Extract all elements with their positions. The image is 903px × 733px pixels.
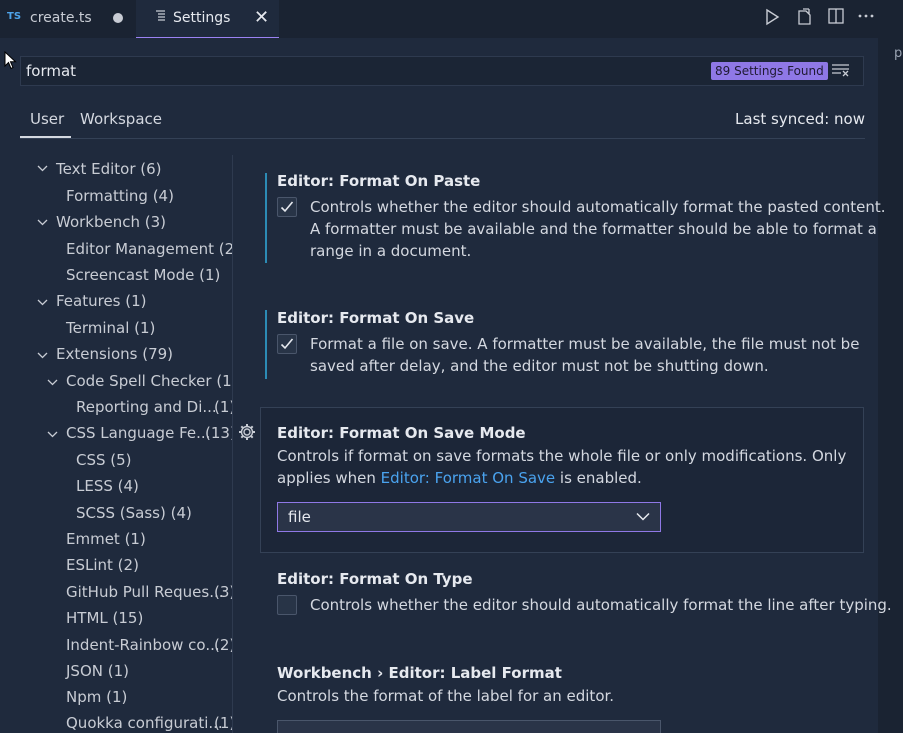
- setting-format-on-paste: Editor: Format On Paste: [277, 172, 480, 190]
- setting-title: Editor: Format On Paste: [277, 172, 481, 190]
- chevron-down-icon[interactable]: [37, 296, 48, 309]
- toc-item-html[interactable]: HTML (15): [66, 609, 143, 627]
- select-value: file: [288, 508, 311, 526]
- label-format-select[interactable]: [277, 720, 661, 733]
- toc-item-emmet[interactable]: Emmet (1): [66, 530, 146, 548]
- toc-item-features[interactable]: Features (1): [56, 292, 147, 310]
- setting-description: Format a file on save. A formatter must …: [310, 335, 860, 375]
- toc-item-eslint[interactable]: ESLint (2): [66, 556, 139, 574]
- side-panel-edge: p: [878, 38, 903, 733]
- run-icon[interactable]: [764, 8, 780, 30]
- toc-item-scss[interactable]: SCSS (Sass) (4): [76, 504, 192, 522]
- toc-item-formatting[interactable]: Formatting (4): [66, 187, 174, 205]
- setting-format-on-type: Editor: Format On Type: [277, 570, 473, 588]
- toc-item-quokka[interactable]: Quokka configurati...: [66, 714, 223, 732]
- toc-item-count: (13): [205, 424, 232, 442]
- toc-item-css[interactable]: CSS (5): [76, 451, 132, 469]
- side-panel-text: p: [894, 46, 903, 61]
- toc-divider: [232, 155, 233, 733]
- setting-description: Controls if format on save formats the w…: [277, 447, 847, 465]
- format-on-type-checkbox[interactable]: [277, 595, 297, 615]
- chevron-down-icon[interactable]: [47, 376, 58, 389]
- clear-filter-icon[interactable]: [832, 63, 850, 77]
- setting-description: Controls whether the editor should autom…: [310, 596, 892, 614]
- setting-title: Editor: Format On Save Mode: [277, 424, 526, 442]
- setting-description: Controls the format of the label for an …: [277, 687, 615, 705]
- tab-workspace[interactable]: Workspace: [80, 110, 162, 128]
- more-actions-icon[interactable]: [858, 6, 874, 26]
- tab-label: create.ts: [30, 10, 92, 26]
- tab-create-ts[interactable]: TS create.ts: [0, 0, 135, 38]
- toc-item-editor-management[interactable]: Editor Management (2): [66, 240, 232, 258]
- toc-item-github-pull-requests[interactable]: GitHub Pull Reques...: [66, 583, 224, 601]
- format-on-save-mode-select[interactable]: file: [277, 502, 661, 532]
- typescript-icon: TS: [7, 11, 22, 22]
- tab-user[interactable]: User: [30, 110, 64, 128]
- results-count-badge: 89 Settings Found: [711, 62, 828, 80]
- toc-item-reporting[interactable]: Reporting and Di...: [76, 398, 217, 416]
- settings-file-icon: [155, 9, 166, 25]
- toc-item-count: (2): [214, 636, 232, 654]
- setting-label-format: Workbench › Editor: Label Format Control…: [277, 664, 614, 707]
- setting-format-on-save: Editor: Format On Save: [277, 309, 474, 327]
- toc-item-css-language-features[interactable]: CSS Language Fe...: [66, 424, 210, 442]
- gear-icon[interactable]: [237, 422, 257, 442]
- toc-item-npm[interactable]: Npm (1): [66, 688, 127, 706]
- editor-tab-bar: TS create.ts Settings ✕: [0, 0, 903, 38]
- chevron-down-icon[interactable]: [37, 162, 48, 175]
- setting-title: Workbench › Editor: Label Format: [277, 664, 562, 682]
- toc-item-workbench[interactable]: Workbench (3): [56, 213, 166, 231]
- split-editor-icon[interactable]: [828, 8, 844, 28]
- toc-item-count: (3): [214, 583, 232, 601]
- chevron-down-icon[interactable]: [47, 428, 58, 441]
- tab-label: Settings: [173, 10, 231, 26]
- toc-item-code-spell-checker[interactable]: Code Spell Checker (1): [66, 372, 232, 390]
- open-settings-json-icon[interactable]: [796, 8, 814, 30]
- setting-link[interactable]: Editor: Format On Save: [381, 469, 555, 487]
- unsaved-dot-icon[interactable]: [113, 13, 123, 23]
- chevron-down-icon: [636, 512, 650, 521]
- format-on-paste-checkbox[interactable]: [277, 197, 297, 217]
- settings-toc: Text Editor (6) Formatting (4) Workbench…: [0, 155, 232, 733]
- setting-description-line2: applies when Editor: Format On Save is e…: [277, 469, 642, 487]
- toc-item-less[interactable]: LESS (4): [76, 477, 139, 495]
- close-icon[interactable]: ✕: [254, 7, 269, 28]
- toc-item-terminal[interactable]: Terminal (1): [66, 319, 155, 337]
- toc-item-text-editor[interactable]: Text Editor (6): [56, 160, 162, 178]
- toc-item-count: (1): [214, 398, 232, 416]
- tab-settings[interactable]: Settings ✕: [136, 0, 279, 38]
- toc-item-screencast-mode[interactable]: Screencast Mode (1): [66, 266, 220, 284]
- setting-title: Editor: Format On Type: [277, 570, 473, 588]
- setting-description: Controls whether the editor should autom…: [310, 198, 886, 260]
- toc-item-count: (1): [214, 714, 232, 732]
- settings-search-input[interactable]: format 89 Settings Found: [20, 56, 864, 86]
- mouse-cursor-icon: [4, 51, 17, 70]
- search-query[interactable]: format: [26, 62, 76, 80]
- modified-indicator: [265, 310, 267, 379]
- chevron-down-icon[interactable]: [37, 349, 48, 362]
- setting-title: Editor: Format On Save: [277, 309, 475, 327]
- settings-scope-tabs: User Workspace Last synced: now: [20, 104, 865, 139]
- chevron-down-icon[interactable]: [37, 216, 48, 229]
- format-on-save-checkbox[interactable]: [277, 334, 297, 354]
- modified-indicator: [265, 173, 267, 263]
- toc-item-indent-rainbow[interactable]: Indent-Rainbow co...: [66, 636, 220, 654]
- toc-item-json[interactable]: JSON (1): [66, 662, 129, 680]
- setting-title-block: Editor: Format On Save Mode Controls if …: [277, 424, 846, 489]
- last-synced-status: Last synced: now: [735, 110, 865, 128]
- active-tab-indicator: [20, 136, 71, 138]
- toc-item-extensions[interactable]: Extensions (79): [56, 345, 173, 363]
